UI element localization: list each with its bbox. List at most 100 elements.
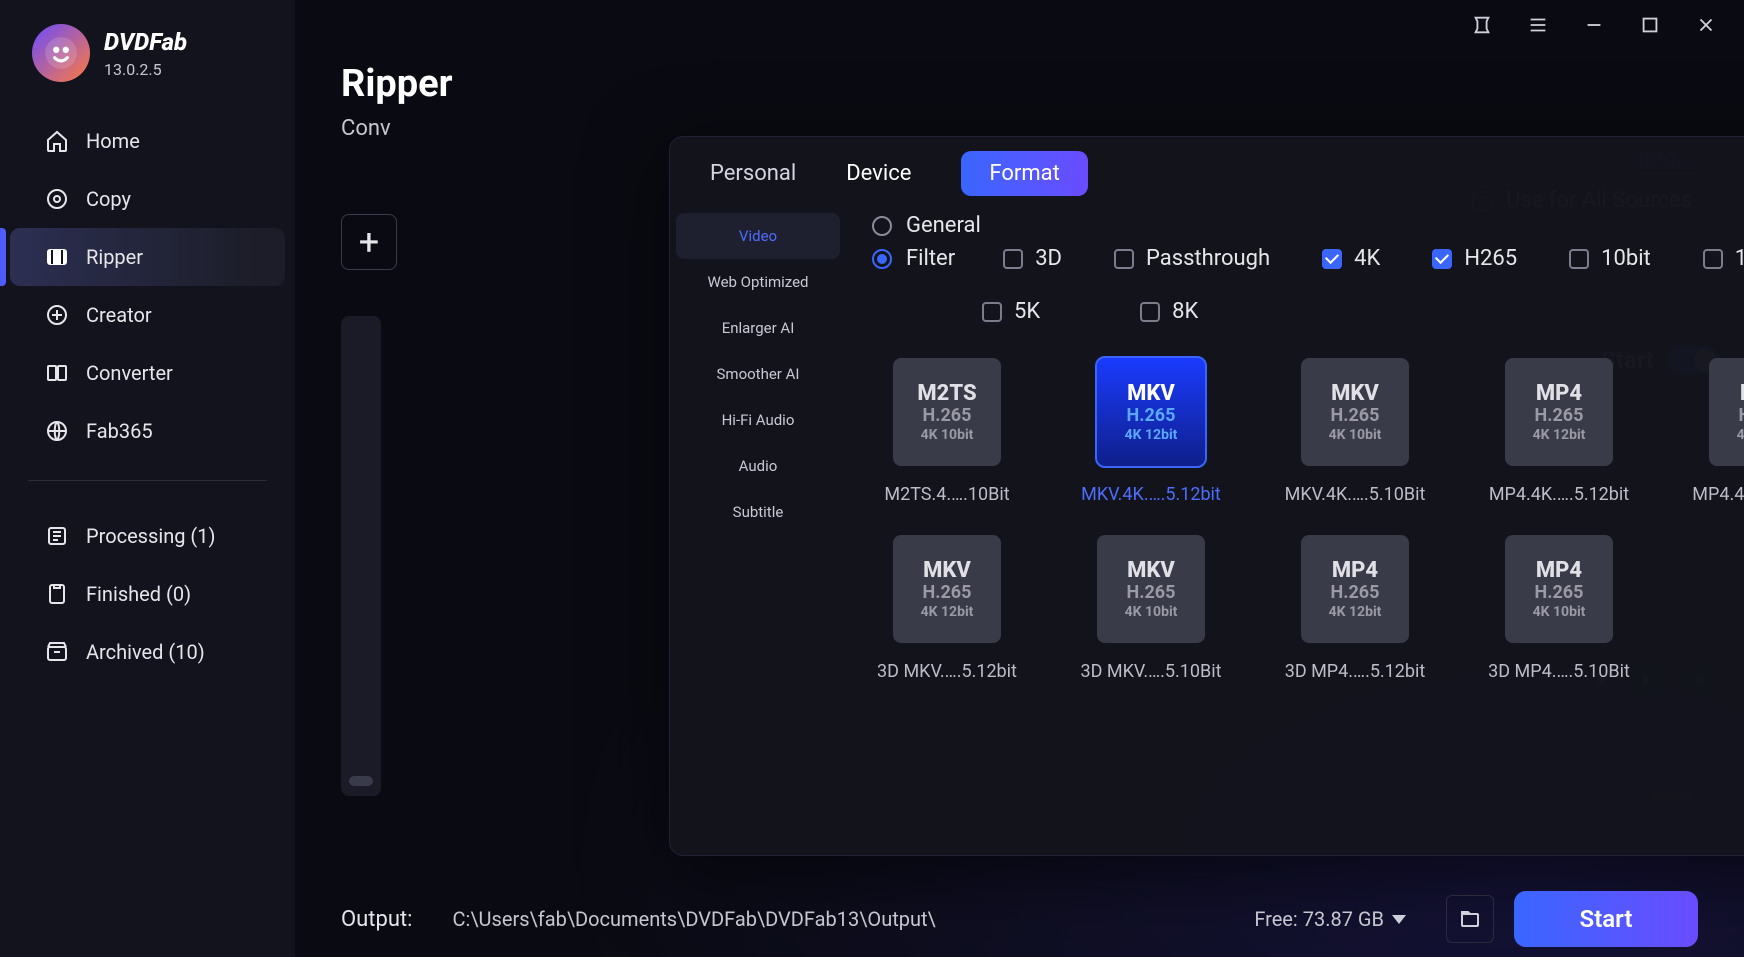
checkbox-icon[interactable]: [1322, 249, 1342, 269]
checkbox-icon[interactable]: [1140, 302, 1160, 322]
nav-ripper[interactable]: Ripper: [10, 228, 285, 286]
profile-modal: Personal Device Format ✕ Video Web Optim…: [669, 136, 1744, 856]
theme-icon[interactable]: [1468, 11, 1496, 39]
add-source-button[interactable]: +: [341, 214, 397, 270]
fab365-icon: [44, 418, 70, 444]
nav-label: Archived (10): [86, 640, 205, 664]
profile-card[interactable]: MKVH.2654K 10bitMKV.4K.….5.10Bit: [1280, 358, 1430, 505]
filter-passthrough[interactable]: Passthrough: [1114, 246, 1270, 271]
profile-content: General Filter 3D Passthrough 4K H265 10…: [846, 137, 1744, 855]
nav-processing[interactable]: Processing (1): [10, 507, 285, 565]
profile-card[interactable]: MP4H.2654K 12bitMP4.4K.….5.12bit: [1484, 358, 1634, 505]
filter-10bit[interactable]: 10bit: [1569, 246, 1651, 271]
filter-4k[interactable]: 4K: [1322, 246, 1380, 271]
filter-row: Filter 3D Passthrough 4K H265 10bit 12bi…: [872, 246, 1744, 324]
profile-card[interactable]: MKVH.2654K 12bitMKV.4K.….5.12bit: [1076, 358, 1226, 505]
filter-3d[interactable]: 3D: [1003, 246, 1062, 271]
profile-row-2: MKVH.2654K 12bit3D MKV.….5.12bit MKVH.26…: [872, 535, 1744, 682]
profile-card[interactable]: MP4H.2654K 12bit3D MP4.….5.12bit: [1280, 535, 1430, 682]
nav-label: Fab365: [86, 419, 153, 443]
filter-5k[interactable]: 5K: [982, 299, 1040, 324]
profile-card[interactable]: MKVH.2654K 12bit3D MKV.….5.12bit: [872, 535, 1022, 682]
output-label: Output:: [341, 907, 412, 932]
radio-filter-row[interactable]: Filter: [872, 246, 955, 271]
filter-h265[interactable]: H265: [1432, 246, 1517, 271]
start-button[interactable]: Start: [1514, 891, 1698, 947]
footer: Output: C:\Users\fab\Documents\DVDFab\DV…: [295, 881, 1744, 957]
cat-web-optimized[interactable]: Web Optimized: [670, 259, 846, 305]
tab-device[interactable]: Device: [846, 153, 911, 194]
page-title: Ripper: [341, 62, 1698, 106]
titlebar: [295, 0, 1744, 50]
modal-tabs: Personal Device Format ✕: [710, 151, 1744, 196]
source-track: [341, 316, 381, 796]
profile-card[interactable]: MKVH.2654K 10bit3D MKV.….5.10Bit: [1076, 535, 1226, 682]
nav-separator: [28, 480, 267, 481]
converter-icon: [44, 360, 70, 386]
filter-12bit[interactable]: 12bit: [1703, 246, 1744, 271]
cat-subtitle[interactable]: Subtitle: [670, 489, 846, 535]
cat-video[interactable]: Video: [676, 213, 840, 259]
copy-icon: [44, 186, 70, 212]
radio-icon[interactable]: [872, 216, 892, 236]
scroll-indicator: [349, 776, 373, 786]
archived-icon: [44, 639, 70, 665]
brand: DVDFab 13.0.2.5: [0, 24, 295, 106]
cat-hifi-audio[interactable]: Hi-Fi Audio: [670, 397, 846, 443]
home-icon: [44, 128, 70, 154]
profile-card[interactable]: MP4H.2654K 10bitMP4.4K.….5.10Bit: [1688, 358, 1744, 505]
nav-converter[interactable]: Converter: [10, 344, 285, 402]
tab-personal[interactable]: Personal: [710, 153, 796, 194]
radio-icon[interactable]: [872, 249, 892, 269]
checkbox-icon[interactable]: [982, 302, 1002, 322]
checkbox-icon[interactable]: [1114, 249, 1134, 269]
category-list: Video Web Optimized Enlarger AI Smoother…: [670, 137, 846, 855]
sidebar: DVDFab 13.0.2.5 Home Copy Ripper Creator…: [0, 0, 295, 957]
checkbox-icon[interactable]: [1432, 249, 1452, 269]
nav-label: Ripper: [86, 245, 143, 269]
radio-general-label: General: [906, 213, 981, 238]
cat-smoother-ai[interactable]: Smoother AI: [670, 351, 846, 397]
nav-home[interactable]: Home: [10, 112, 285, 170]
creator-icon: [44, 302, 70, 328]
checkbox-icon[interactable]: [1003, 249, 1023, 269]
nav-label: Copy: [86, 187, 131, 211]
nav-secondary: Processing (1) Finished (0) Archived (10…: [0, 501, 295, 681]
main: Ripper Conv + Info... Use for All Source…: [295, 0, 1744, 957]
page-header: Ripper Conv: [295, 50, 1744, 141]
maximize-icon[interactable]: [1636, 11, 1664, 39]
nav-label: Creator: [86, 303, 152, 327]
checkbox-icon[interactable]: [1703, 249, 1723, 269]
app-logo-icon: [32, 24, 90, 82]
minimize-icon[interactable]: [1580, 11, 1608, 39]
nav-label: Home: [86, 129, 140, 153]
checkbox-icon[interactable]: [1569, 249, 1589, 269]
finished-icon: [44, 581, 70, 607]
filter-8k[interactable]: 8K: [1140, 299, 1198, 324]
nav-label: Finished (0): [86, 582, 191, 606]
output-path[interactable]: C:\Users\fab\Documents\DVDFab\DVDFab13\O…: [452, 907, 1234, 931]
nav-label: Converter: [86, 361, 173, 385]
brand-version: 13.0.2.5: [104, 60, 187, 79]
radio-filter-label: Filter: [906, 246, 955, 271]
nav-creator[interactable]: Creator: [10, 286, 285, 344]
nav-finished[interactable]: Finished (0): [10, 565, 285, 623]
close-window-icon[interactable]: [1692, 11, 1720, 39]
nav-fab365[interactable]: Fab365: [10, 402, 285, 460]
free-space[interactable]: Free: 73.87 GB: [1254, 907, 1406, 931]
open-folder-button[interactable]: [1446, 895, 1494, 943]
ripper-icon: [44, 244, 70, 270]
nav-archived[interactable]: Archived (10): [10, 623, 285, 681]
cat-audio[interactable]: Audio: [670, 443, 846, 489]
radio-general-row[interactable]: General: [872, 213, 1744, 238]
cat-enlarger-ai[interactable]: Enlarger AI: [670, 305, 846, 351]
nav-primary: Home Copy Ripper Creator Converter Fab36…: [0, 106, 295, 460]
profile-row-1: M2TSH.2654K 10bitM2TS.4.….10Bit MKVH.265…: [872, 358, 1744, 505]
nav-copy[interactable]: Copy: [10, 170, 285, 228]
tab-format[interactable]: Format: [961, 151, 1087, 196]
nav-label: Processing (1): [86, 524, 215, 548]
menu-icon[interactable]: [1524, 11, 1552, 39]
profile-card[interactable]: M2TSH.2654K 10bitM2TS.4.….10Bit: [872, 358, 1022, 505]
caret-down-icon: [1392, 915, 1406, 924]
profile-card[interactable]: MP4H.2654K 10bit3D MP4.….5.10Bit: [1484, 535, 1634, 682]
